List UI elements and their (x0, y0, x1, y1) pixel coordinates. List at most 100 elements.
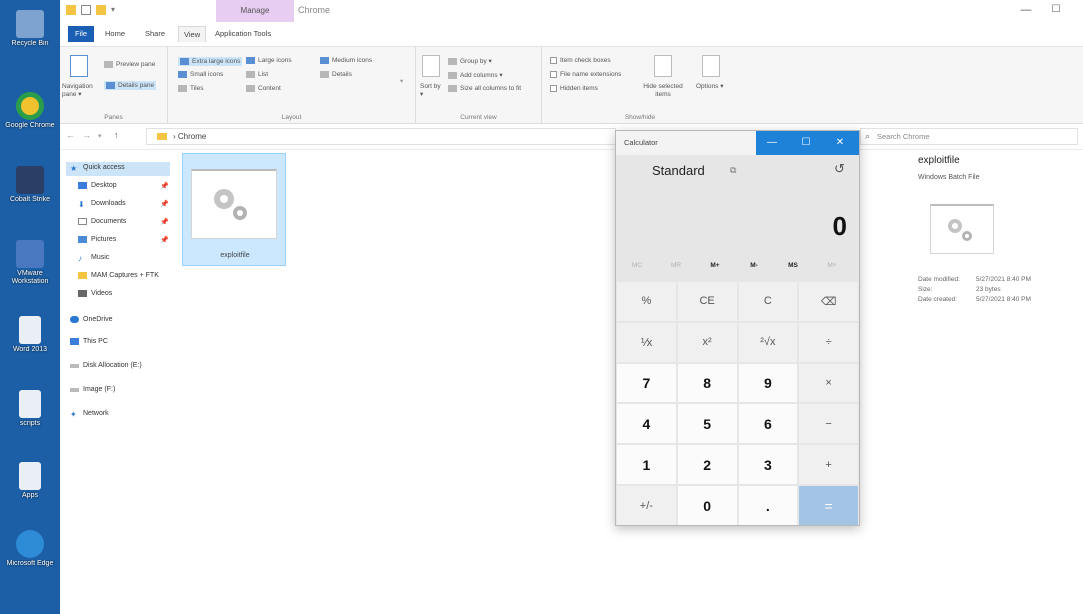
maximize-button[interactable]: ☐ (1048, 4, 1064, 18)
layout-medium-icons[interactable]: Medium icons (320, 57, 372, 64)
memory-button-2[interactable]: MR (661, 262, 691, 269)
desktop-icon-edge[interactable]: Microsoft Edge (0, 530, 60, 568)
properties-icon[interactable] (81, 5, 91, 15)
new-folder-icon[interactable] (96, 5, 106, 15)
nav-item-network[interactable]: ✦ Network (70, 410, 109, 419)
group-by-button[interactable]: Group by ▾ (448, 57, 492, 65)
calc-key-22[interactable]: 0 (677, 486, 737, 525)
tab-file[interactable]: File (68, 26, 94, 42)
calc-key-14[interactable]: 5 (677, 404, 737, 444)
layout-tiles[interactable]: Tiles (178, 85, 203, 92)
tab-share[interactable]: Share (140, 26, 170, 42)
calc-key-7[interactable]: ²√x (738, 322, 798, 362)
memory-button-6[interactable]: M˅ (817, 262, 847, 269)
chevron-down-icon[interactable]: ▾ (98, 132, 102, 140)
file-item-exploitfile[interactable]: exploitfile (182, 153, 286, 266)
search-input[interactable]: ⌕ Search Chrome (860, 128, 1078, 145)
calc-key-8[interactable]: ÷ (799, 322, 858, 362)
desktop-icon-scripts[interactable]: scripts (0, 390, 60, 428)
nav-item-this-pc[interactable]: This PC (70, 338, 108, 345)
memory-button-1[interactable]: MC (622, 262, 652, 269)
calc-key-6[interactable]: x² (677, 322, 737, 362)
calc-key-10[interactable]: 8 (677, 363, 737, 403)
calc-key-15[interactable]: 6 (738, 404, 798, 444)
back-arrow-icon[interactable]: ← (66, 130, 75, 140)
add-columns-button[interactable]: Add columns ▾ (448, 71, 503, 79)
memory-button-3[interactable]: M+ (700, 262, 730, 269)
nav-item-onedrive[interactable]: OneDrive (70, 316, 113, 323)
address-input[interactable]: › Chrome (146, 128, 616, 145)
desktop-icon-recycle-bin[interactable]: Recycle Bin (0, 10, 60, 48)
calc-key-13[interactable]: 4 (617, 404, 676, 444)
calc-key-9[interactable]: 7 (617, 363, 676, 403)
item-checkboxes-toggle[interactable]: Item check boxes (550, 57, 611, 64)
nav-item-image-drive[interactable]: Image (F:) (70, 386, 115, 393)
desktop-icon-chrome[interactable]: Google Chrome (0, 92, 60, 130)
nav-item-videos[interactable]: Videos (78, 290, 112, 297)
nav-item-documents[interactable]: Documents (78, 218, 126, 225)
desktop-icon-cobalt-strike[interactable]: Cobalt Strike (0, 166, 60, 204)
preview-pane-button[interactable]: Preview pane (104, 61, 155, 68)
nav-item-desktop[interactable]: Desktop (78, 182, 117, 189)
tab-application-tools[interactable]: Application Tools (210, 26, 276, 42)
nav-item-downloads[interactable]: ⬇ Downloads (78, 200, 126, 209)
tab-view[interactable]: View (178, 26, 207, 42)
nav-item-pictures[interactable]: Pictures (78, 236, 116, 243)
nav-item-music[interactable]: ♪ Music (78, 254, 109, 263)
close-button[interactable]: ✕ (828, 135, 852, 151)
calc-key-11[interactable]: 9 (738, 363, 798, 403)
calc-key-23[interactable]: . (738, 486, 798, 525)
desktop-icon-apps[interactable]: Apps (0, 462, 60, 500)
calc-key-3[interactable]: C (738, 282, 798, 321)
layout-large-icons[interactable]: Large icons (246, 57, 292, 64)
size-columns-button[interactable]: Size all columns to fit (448, 85, 521, 92)
calc-key-1[interactable]: % (617, 282, 676, 321)
up-arrow-icon[interactable]: ↑ (114, 130, 119, 140)
checkbox[interactable] (550, 71, 557, 78)
calc-key-5[interactable]: ⅟x (617, 322, 676, 362)
sort-by-button[interactable]: Sort by ▾ (420, 83, 442, 99)
keep-on-top-icon[interactable]: ⧉ (730, 165, 736, 176)
manage-context-tab[interactable]: Manage (216, 0, 294, 22)
calculator-title-bar[interactable]: Calculator — ☐ ✕ (616, 131, 859, 155)
memory-button-5[interactable]: MS (778, 262, 808, 269)
details-pane-button[interactable]: Details pane (104, 81, 157, 90)
hide-selected-button[interactable]: Hide selected items (642, 83, 684, 99)
tab-home[interactable]: Home (100, 26, 130, 42)
layout-expand-button[interactable]: ▾ (400, 77, 403, 85)
calc-key-12[interactable]: × (799, 363, 858, 403)
options-button[interactable]: Options ▾ (696, 83, 730, 91)
memory-button-4[interactable]: M- (739, 262, 769, 269)
chevron-down-icon[interactable]: ▾ (111, 5, 121, 15)
minimize-button[interactable]: — (760, 135, 784, 151)
hidden-items-toggle[interactable]: Hidden items (550, 85, 598, 92)
forward-arrow-icon[interactable]: → (82, 130, 91, 140)
calc-key-19[interactable]: 3 (738, 445, 798, 485)
nav-item-disk-allocation[interactable]: Disk Allocation (E:) (70, 362, 142, 369)
checkbox[interactable] (550, 85, 557, 92)
navigation-pane-button[interactable]: Navigation pane ▾ (62, 83, 106, 99)
calc-key-20[interactable]: + (799, 445, 858, 485)
file-name-extensions-toggle[interactable]: File name extensions (550, 71, 621, 78)
window-controls: — ☐ ✕ (756, 131, 859, 155)
layout-extra-large-icons[interactable]: Extra large icons (178, 57, 243, 66)
desktop-icon-word[interactable]: Word 2013 (0, 316, 60, 354)
layout-content[interactable]: Content (246, 85, 281, 92)
calc-key-17[interactable]: 1 (617, 445, 676, 485)
calc-key-21[interactable]: +/- (617, 486, 676, 525)
layout-list[interactable]: List (246, 71, 268, 78)
calc-key-24[interactable]: = (799, 486, 858, 525)
calc-key-16[interactable]: − (799, 404, 858, 444)
calc-key-2[interactable]: CE (677, 282, 737, 321)
calc-key-4[interactable]: ⌫ (799, 282, 858, 321)
minimize-button[interactable]: — (1018, 4, 1034, 18)
checkbox[interactable] (550, 57, 557, 64)
layout-small-icons[interactable]: Small icons (178, 71, 223, 78)
nav-item-quick-access[interactable]: ★ Quick access (70, 164, 125, 173)
nav-item-mam-captures[interactable]: MAM Captures + FTK (78, 272, 159, 279)
calc-key-18[interactable]: 2 (677, 445, 737, 485)
maximize-button[interactable]: ☐ (794, 135, 818, 151)
history-icon[interactable]: ↺ (834, 161, 845, 177)
layout-details[interactable]: Details (320, 71, 352, 78)
desktop-icon-vmware[interactable]: VMware Workstation (0, 240, 60, 286)
